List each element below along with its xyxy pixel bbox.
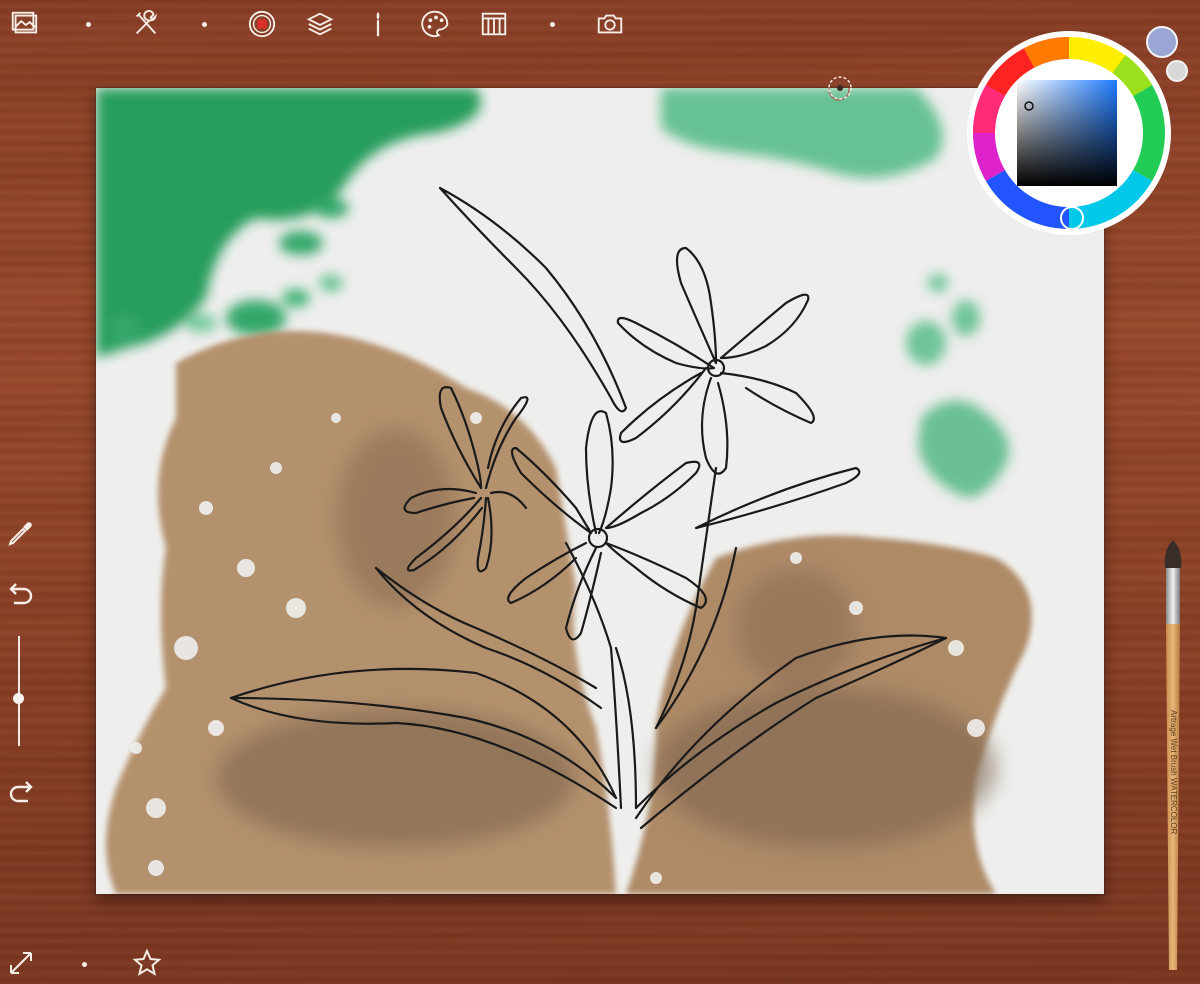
- tools-icon[interactable]: [130, 8, 162, 40]
- star-icon[interactable]: [130, 946, 164, 980]
- brush-icon[interactable]: [362, 8, 394, 40]
- secondary-color-swatch[interactable]: [1166, 60, 1188, 82]
- expand-icon[interactable]: [4, 946, 38, 980]
- separator-dot: [550, 22, 555, 27]
- redo-icon[interactable]: [4, 774, 38, 808]
- separator-dot: [202, 22, 207, 27]
- stop-record-icon[interactable]: [246, 8, 278, 40]
- camera-icon[interactable]: [594, 8, 626, 40]
- drawing-canvas[interactable]: [96, 88, 1104, 894]
- brush-size-slider[interactable]: [18, 636, 20, 746]
- brush-size-knob[interactable]: [13, 693, 24, 705]
- artwork: [96, 88, 1104, 894]
- top-toolbar: [0, 8, 660, 40]
- eyedropper-icon[interactable]: [4, 516, 38, 550]
- separator-dot: [82, 962, 87, 967]
- layers-icon[interactable]: [304, 8, 336, 40]
- current-color-swatch[interactable]: [1146, 26, 1178, 58]
- swatches-icon[interactable]: [478, 8, 510, 40]
- separator-dot: [86, 22, 91, 27]
- brush-cursor-icon: [826, 74, 854, 102]
- gallery-icon[interactable]: [8, 8, 40, 40]
- undo-icon[interactable]: [4, 576, 38, 610]
- brush-handle-label: Artrage Wet Brush WATERCOLOR: [1169, 710, 1178, 835]
- palette-icon[interactable]: [420, 8, 452, 40]
- color-picker[interactable]: [964, 20, 1174, 246]
